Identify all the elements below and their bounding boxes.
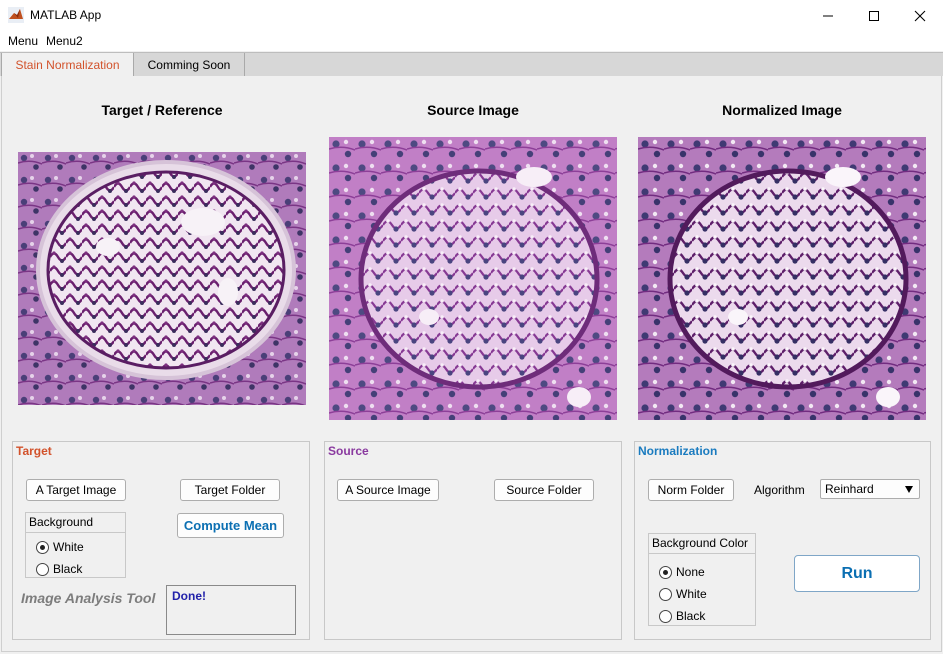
run-button[interactable]: Run <box>794 555 920 592</box>
radio-selected-icon <box>36 540 49 554</box>
source-panel: Source A Source Image Source Folder <box>324 441 622 640</box>
background-color-group-label: Background Color <box>649 534 755 554</box>
normalization-panel-title: Normalization <box>638 444 718 458</box>
source-image-button[interactable]: A Source Image <box>337 479 439 501</box>
compute-mean-button[interactable]: Compute Mean <box>177 513 284 538</box>
radio-unselected-icon <box>659 587 672 601</box>
background-color-radio-white[interactable]: White <box>659 587 707 601</box>
source-panel-title: Source <box>328 444 369 458</box>
radio-label-white: White <box>676 587 707 601</box>
title-bar: MATLAB App <box>0 0 943 31</box>
radio-label-black: Black <box>53 562 83 576</box>
target-image-title: Target / Reference <box>101 102 223 118</box>
menu-bar: Menu Menu2 <box>0 31 943 51</box>
menu-item-menu2[interactable]: Menu2 <box>46 34 83 48</box>
norm-folder-button[interactable]: Norm Folder <box>648 479 734 501</box>
target-image-button[interactable]: A Target Image <box>26 479 126 501</box>
status-text-area: Done! <box>166 585 296 635</box>
radio-label-none: None <box>676 565 705 579</box>
normalized-image <box>638 137 926 420</box>
minimize-icon <box>823 15 833 16</box>
tab-stain-normalization[interactable]: Stain Normalization <box>1 53 134 78</box>
close-button[interactable] <box>897 0 943 31</box>
algorithm-selected-value: Reinhard <box>825 482 874 496</box>
normalized-image-title: Normalized Image <box>722 102 842 118</box>
normalization-panel: Normalization Norm Folder Algorithm Rein… <box>634 441 931 640</box>
maximize-icon <box>869 10 879 21</box>
algorithm-label: Algorithm <box>754 483 805 497</box>
target-image <box>18 152 306 405</box>
target-folder-button[interactable]: Target Folder <box>180 479 280 501</box>
tab-comming-soon[interactable]: Comming Soon <box>134 53 245 77</box>
algorithm-dropdown[interactable]: Reinhard <box>820 479 920 499</box>
radio-label-black: Black <box>676 609 706 623</box>
tab-strip: Stain Normalization Comming Soon <box>0 52 943 78</box>
dropdown-arrow-icon <box>905 486 913 493</box>
radio-label-white: White <box>53 540 84 554</box>
background-group-label: Background <box>26 513 125 533</box>
window-title: MATLAB App <box>30 8 102 22</box>
radio-unselected-icon <box>36 562 49 576</box>
radio-selected-icon <box>659 565 672 579</box>
source-image-title: Source Image <box>427 102 519 118</box>
background-radio-group: Background White Black <box>25 512 126 578</box>
background-radio-black[interactable]: Black <box>36 562 82 576</box>
background-radio-white[interactable]: White <box>36 540 84 554</box>
close-icon <box>914 10 926 21</box>
background-color-radio-group: Background Color None White Black <box>648 533 756 626</box>
radio-unselected-icon <box>659 609 672 623</box>
background-color-radio-none[interactable]: None <box>659 565 705 579</box>
target-panel-title: Target <box>16 444 52 458</box>
matlab-app-icon <box>8 7 24 23</box>
image-analysis-tool-label: Image Analysis Tool <box>21 590 156 606</box>
source-image <box>329 137 617 420</box>
background-color-radio-black[interactable]: Black <box>659 609 705 623</box>
tab-content-stain-normalization: Target / Reference Source Image Normaliz… <box>1 76 942 652</box>
menu-item-menu[interactable]: Menu <box>8 34 38 48</box>
target-panel: Target A Target Image Target Folder Comp… <box>12 441 310 640</box>
maximize-button[interactable] <box>851 0 897 31</box>
minimize-button[interactable] <box>805 0 851 31</box>
source-folder-button[interactable]: Source Folder <box>494 479 594 501</box>
